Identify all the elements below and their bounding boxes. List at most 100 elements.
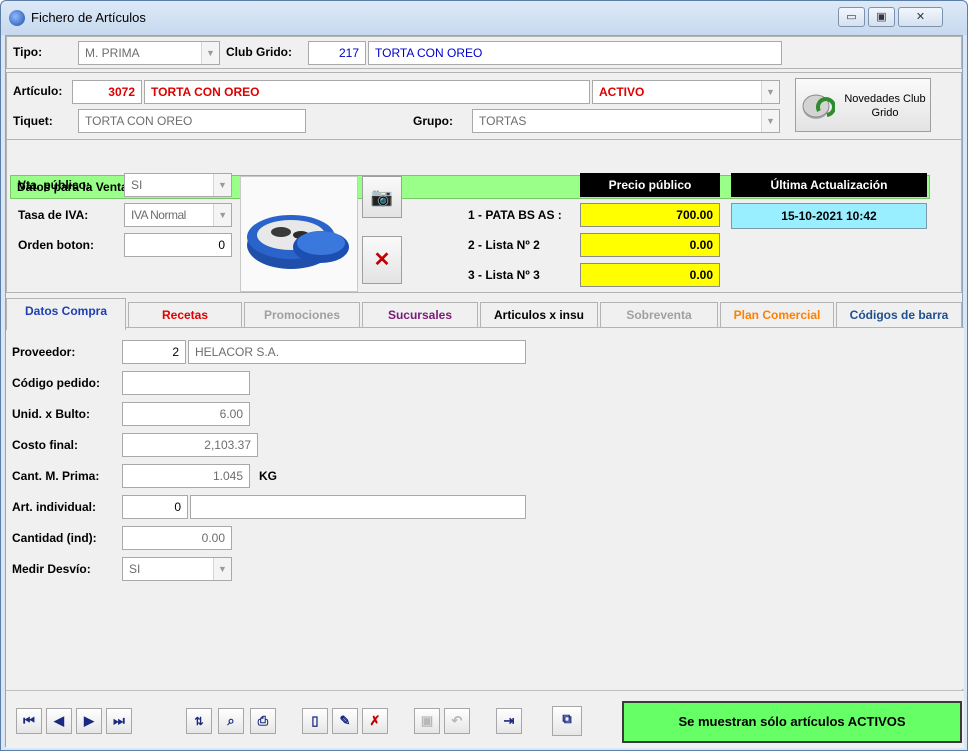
window-title: Fichero de Artículos [31, 10, 146, 25]
binoculars-icon: ⌕ [227, 713, 235, 728]
sort-az-icon: ⇅ [194, 716, 204, 728]
delete-record-icon: ✗ [369, 713, 381, 728]
chevron-down-icon[interactable]: ▼ [761, 110, 779, 132]
close-button[interactable]: ✕ [898, 7, 943, 27]
codigo-pedido-label: Código pedido: [12, 376, 100, 390]
cant-mprima-label: Cant. M. Prima: [12, 469, 100, 483]
delete-icon: ✕ [373, 249, 391, 271]
tab-codigos-de-barra[interactable]: Códigos de barra [836, 302, 962, 328]
tasa-iva-value: IVA Normal [131, 208, 186, 222]
disc-refresh-icon [802, 94, 835, 119]
tab-sucursales[interactable]: Sucursales [362, 302, 478, 328]
chevron-down-icon[interactable]: ▼ [201, 42, 219, 64]
articulo-name-field[interactable]: TORTA CON OREO [144, 80, 590, 104]
price-value-2[interactable]: 0.00 [580, 233, 720, 257]
save-button[interactable]: ▣ [414, 708, 440, 734]
last-record-button[interactable]: ⏭ [106, 708, 132, 734]
ultima-actualizacion-header: Última Actualización [731, 173, 927, 197]
tasa-iva-select[interactable]: IVA Normal ▼ [124, 203, 232, 227]
vta-publico-select[interactable]: SI ▼ [124, 173, 232, 197]
novedades-club-grido-button[interactable]: Novedades Club Grido [795, 78, 931, 132]
last-icon: ⏭ [113, 713, 125, 728]
tab-label: Datos Compra [24, 304, 107, 318]
orden-boton-field[interactable]: 0 [124, 233, 232, 257]
print-button[interactable]: ⎙ [250, 708, 276, 734]
articulo-code-field[interactable]: 3072 [72, 80, 142, 104]
art-individual-name-field[interactable] [190, 495, 526, 519]
title-bar: Fichero de Artículos ▭ ▣ ✕ [1, 1, 967, 35]
tab-datos-compra[interactable]: Datos Compra [6, 298, 126, 330]
chevron-down-icon[interactable]: ▼ [213, 558, 231, 580]
club-grido-code-field[interactable]: 217 [308, 41, 366, 65]
maximize-button[interactable]: ▣ [868, 7, 895, 27]
medir-desvio-select[interactable]: SI ▼ [122, 557, 232, 581]
tab-label: Articulos x insu [493, 308, 585, 322]
search-button[interactable]: ⌕ [218, 708, 244, 734]
articulo-label: Artículo: [13, 84, 63, 98]
tab-label: Códigos de barra [849, 308, 949, 322]
tab-label: Plan Comercial [733, 308, 821, 322]
vta-publico-label: Vta. público: [18, 178, 90, 192]
undo-button[interactable]: ↶ [444, 708, 470, 734]
tab-label: Promociones [263, 308, 341, 322]
tipo-value: M. PRIMA [85, 46, 140, 60]
price-value-3[interactable]: 0.00 [580, 263, 720, 287]
price-value-1[interactable]: 700.00 [580, 203, 720, 227]
cantidad-ind-label: Cantidad (ind): [12, 531, 97, 545]
tab-sobreventa[interactable]: Sobreventa [600, 302, 718, 328]
new-document-icon: ▯ [311, 713, 319, 728]
undo-icon: ↶ [451, 713, 463, 728]
next-record-button[interactable]: ▶ [76, 708, 102, 734]
price-label-2: 2 - Lista Nº 2 [468, 238, 540, 252]
articulo-status-select[interactable]: ACTIVO ▼ [592, 80, 780, 104]
tiquet-label: Tiquet: [13, 114, 53, 128]
edit-record-button[interactable]: ✎ [332, 708, 358, 734]
app-icon [9, 10, 25, 26]
active-filter-status-button[interactable]: Se muestran sólo artículos ACTIVOS [622, 701, 962, 743]
novedades-label: Novedades Club Grido [844, 93, 926, 119]
prev-record-button[interactable]: ◀ [46, 708, 72, 734]
codigo-pedido-field[interactable] [122, 371, 250, 395]
cant-mprima-unit: KG [259, 469, 277, 483]
proveedor-label: Proveedor: [12, 345, 76, 359]
tipo-select[interactable]: M. PRIMA ▼ [78, 41, 220, 65]
tab-label: Recetas [161, 308, 209, 322]
tab-promociones[interactable]: Promociones [244, 302, 360, 328]
filter-button[interactable]: ⧉ [552, 706, 582, 736]
club-grido-name-field[interactable]: TORTA CON OREO [368, 41, 782, 65]
product-image [240, 176, 358, 292]
cant-mprima-field[interactable]: 1.045 [122, 464, 250, 488]
exit-door-icon: ⇥ [503, 713, 515, 728]
costo-final-field[interactable]: 2,103.37 [122, 433, 258, 457]
tab-plan-comercial[interactable]: Plan Comercial [720, 302, 834, 328]
tab-articulos-x-insumo[interactable]: Articulos x insu [480, 302, 598, 328]
grupo-label: Grupo: [413, 114, 453, 128]
chevron-down-icon[interactable]: ▼ [761, 81, 779, 103]
first-record-button[interactable]: ⏮ [16, 708, 42, 734]
exit-button[interactable]: ⇥ [496, 708, 522, 734]
chevron-down-icon[interactable]: ▼ [213, 174, 231, 196]
camera-icon: 📷 [370, 187, 394, 207]
next-icon: ▶ [84, 713, 94, 728]
unid-bulto-field[interactable]: 6.00 [122, 402, 250, 426]
tab-recetas[interactable]: Recetas [128, 302, 242, 328]
cantidad-ind-field[interactable]: 0.00 [122, 526, 232, 550]
art-individual-label: Art. individual: [12, 500, 96, 514]
precio-publico-header: Precio público [580, 173, 720, 197]
proveedor-name-field[interactable]: HELACOR S.A. [188, 340, 526, 364]
articulo-status-value: ACTIVO [599, 85, 645, 99]
grupo-select[interactable]: TORTAS ▼ [472, 109, 780, 133]
tiquet-field[interactable]: TORTA CON OREO [78, 109, 306, 133]
art-individual-code-field[interactable]: 0 [122, 495, 188, 519]
save-icon: ▣ [420, 713, 434, 728]
chevron-down-icon[interactable]: ▼ [213, 204, 231, 226]
minimize-button[interactable]: ▭ [838, 7, 865, 27]
delete-image-button[interactable]: ✕ [362, 236, 402, 284]
medir-desvio-value: SI [129, 562, 141, 576]
sort-button[interactable]: ⇅ [186, 708, 212, 734]
delete-record-button[interactable]: ✗ [362, 708, 388, 734]
proveedor-code-field[interactable]: 2 [122, 340, 186, 364]
camera-button[interactable]: 📷 [362, 176, 402, 218]
costo-final-label: Costo final: [12, 438, 78, 452]
new-record-button[interactable]: ▯ [302, 708, 328, 734]
